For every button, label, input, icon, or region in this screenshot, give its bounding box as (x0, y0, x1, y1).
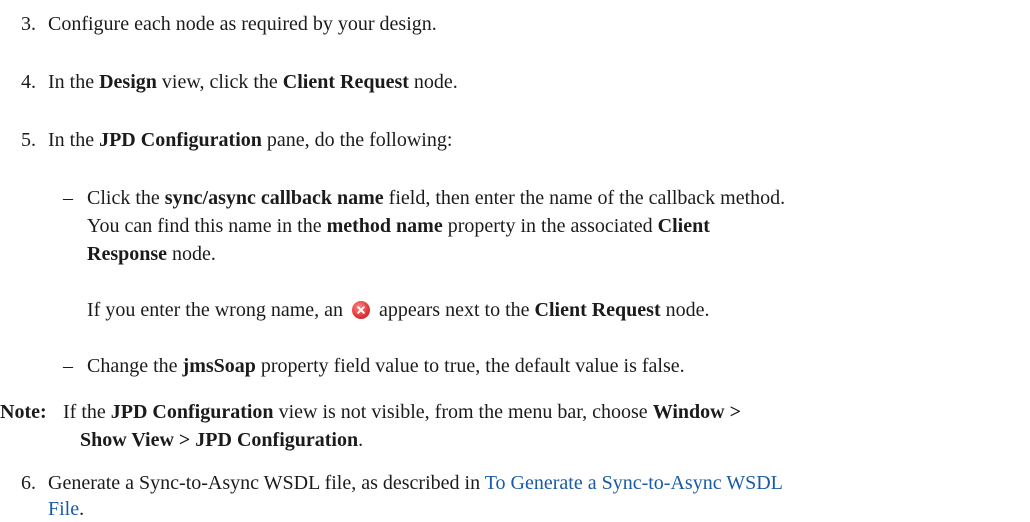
bold-term: jmsSoap (182, 355, 256, 377)
text: node. (660, 299, 710, 321)
wsdl-link-continued[interactable]: File (48, 498, 79, 520)
note-line-1: If the JPD Configuration view is not vis… (63, 400, 741, 424)
text: Change the (87, 355, 183, 377)
note-line-2: Show View > JPD Configuration. (80, 428, 363, 452)
text: pane, do the following: (261, 129, 453, 151)
text: You can find this name in the (87, 215, 327, 237)
text: If you enter the wrong name, an (87, 299, 344, 321)
bullet-dash: – (63, 355, 73, 377)
text: appears next to the (379, 299, 535, 321)
bullet-line-1: Click the sync/async callback name field… (87, 186, 785, 210)
text: Click the (87, 187, 165, 209)
error-x-icon (352, 301, 371, 319)
text: view, click the (156, 71, 283, 93)
bold-term: JPD Configuration (110, 401, 274, 423)
text: property in the associated (442, 215, 658, 237)
bold-term: Response (87, 243, 168, 265)
text: property field value to true, the defaul… (255, 355, 685, 377)
step-text: In the JPD Configuration pane, do the fo… (48, 128, 452, 152)
text: node. (408, 71, 458, 93)
bold-term: JPD Configuration (99, 129, 262, 151)
text: . (358, 429, 364, 451)
text: node. (167, 243, 216, 265)
text: If the (63, 401, 111, 423)
bold-term: Design (99, 71, 157, 93)
note-label: Note: (0, 401, 47, 423)
text: Generate a Sync-to-Async WSDL file, as d… (48, 472, 485, 494)
step-number: 5. (21, 129, 36, 151)
bullet-dash: – (63, 187, 73, 209)
bold-term: Window > (652, 401, 741, 423)
text: In the (48, 71, 100, 93)
bold-term: Show View > JPD Configuration (80, 429, 359, 451)
step-number: 3. (21, 13, 36, 35)
bold-term: sync/async callback name (164, 187, 384, 209)
text: . (79, 498, 85, 520)
wsdl-link[interactable]: To Generate a Sync-to-Async WSDL (485, 472, 783, 494)
step-number: 6. (21, 472, 36, 494)
text: view is not visible, from the menu bar, … (273, 401, 653, 423)
step-number: 4. (21, 71, 36, 93)
step-text: Configure each node as required by your … (48, 13, 437, 35)
bold-term: Client Request (534, 299, 661, 321)
step-text-continued: File. (48, 497, 84, 521)
bold-term: Client Request (282, 71, 409, 93)
bold-term: method name (326, 215, 443, 237)
text: field, then enter the name of the callba… (383, 187, 786, 209)
text: In the (48, 129, 100, 151)
step-text: Generate a Sync-to-Async WSDL file, as d… (48, 471, 783, 495)
step-text: In the Design view, click the Client Req… (48, 70, 458, 94)
wrong-name-paragraph: If you enter the wrong name, an appears … (87, 298, 710, 322)
bullet-line-3: Response node. (87, 242, 216, 266)
bullet-line: Change the jmsSoap property field value … (87, 354, 685, 378)
bullet-line-2: You can find this name in the method nam… (87, 214, 710, 238)
bold-term: Client (657, 215, 710, 237)
